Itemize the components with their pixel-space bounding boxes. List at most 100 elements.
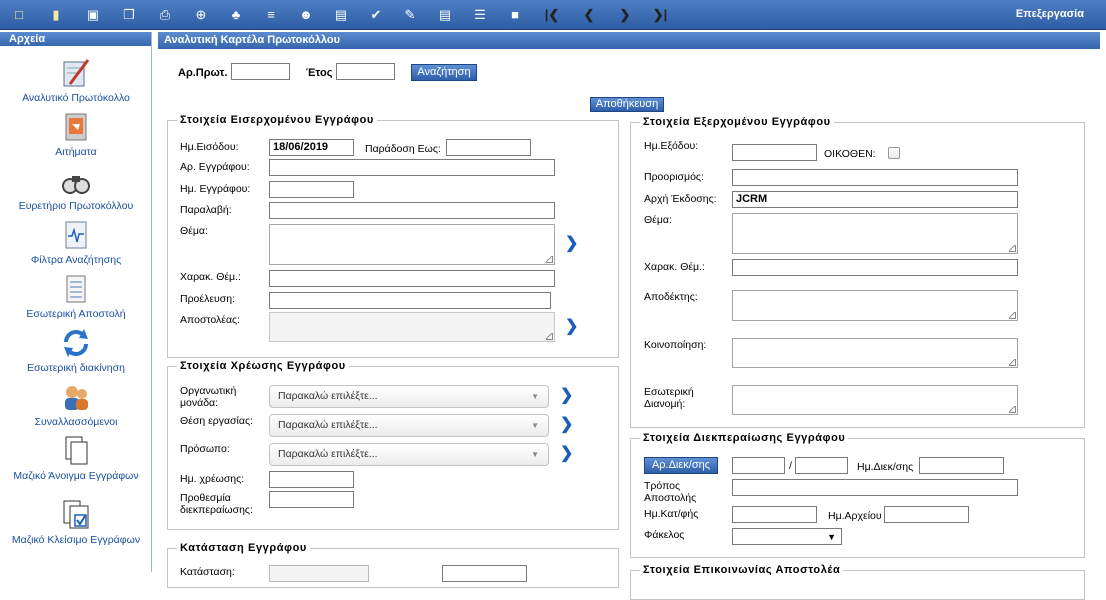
- internal-distribution-label: Εσωτερική Διανομή:: [644, 386, 694, 410]
- year-input[interactable]: [336, 63, 395, 80]
- copy-icon[interactable]: ❐: [121, 7, 137, 23]
- doc-number-input[interactable]: [269, 159, 555, 176]
- charge-date-input[interactable]: [269, 471, 354, 488]
- doc-date-input[interactable]: [269, 181, 354, 198]
- stamp-icon[interactable]: ♣: [228, 7, 244, 23]
- deadline-label: Προθεσμία διεκπεραίωσης:: [180, 492, 253, 516]
- pulse-document-icon: [65, 221, 87, 249]
- chevron-down-icon: ▼: [827, 532, 836, 542]
- edit-icon[interactable]: ✎: [402, 7, 418, 23]
- save-icon[interactable]: ▣: [85, 7, 101, 23]
- subject-char-input[interactable]: [269, 270, 555, 287]
- person-select[interactable]: Παρακαλώ επιλέξτε... ▼: [269, 443, 549, 466]
- year-label: Έτος: [306, 67, 333, 79]
- sidebar-item-internal-send[interactable]: Εσωτερική Αποστολή: [0, 272, 152, 320]
- sidebar-item-transactors[interactable]: Συναλλασσόμενοι: [0, 380, 152, 428]
- stack-icon[interactable]: ▤: [437, 7, 453, 23]
- notify-label: Κοινοποίηση:: [644, 339, 707, 351]
- sidebar-item-analytic-protocol[interactable]: Αναλυτικό Πρωτόκολλο: [0, 56, 152, 104]
- last-page-icon[interactable]: ❯|: [652, 7, 668, 23]
- out-subject-textarea[interactable]: [732, 213, 1018, 254]
- doc-number-label: Αρ. Εγγράφου:: [180, 161, 250, 173]
- ex-officio-checkbox[interactable]: [888, 147, 900, 159]
- charge-date-label: Ημ. χρέωσης:: [180, 473, 245, 485]
- archive-date-label: Ημ.Αρχείου: [828, 510, 882, 522]
- notify-textarea[interactable]: [732, 338, 1018, 368]
- exit-date-label: Ημ.Εξόδου:: [644, 140, 699, 152]
- tree-icon[interactable]: ≡: [263, 7, 279, 23]
- position-label: Θέση εργασίας:: [180, 415, 253, 427]
- person-label: Πρόσωπο:: [180, 443, 230, 455]
- recipient-textarea[interactable]: [732, 290, 1018, 321]
- cat-date-input[interactable]: [732, 506, 817, 523]
- chevron-down-icon: ▼: [531, 421, 539, 430]
- protocol-no-input[interactable]: [231, 63, 290, 80]
- person-expand-icon[interactable]: ❯: [560, 446, 574, 462]
- clipboard-icon[interactable]: ▤: [333, 7, 349, 23]
- subject-char-label: Χαρακ. Θέμ.:: [180, 271, 241, 283]
- documents-icon: [65, 436, 88, 465]
- processing-year-input[interactable]: [795, 457, 848, 474]
- receiver-label: Παραλαβή:: [180, 204, 232, 216]
- paste-icon[interactable]: ⎙: [157, 7, 173, 23]
- deadline-input[interactable]: [269, 491, 354, 508]
- toolbar-title: Επεξεργασία: [1015, 8, 1084, 20]
- out-subject-char-label: Χαρακ. Θέμ.:: [644, 261, 705, 273]
- internal-distribution-textarea[interactable]: [732, 385, 1018, 415]
- position-expand-icon[interactable]: ❯: [560, 417, 574, 433]
- entry-date-input[interactable]: 18/06/2019: [269, 139, 354, 156]
- add-icon[interactable]: ⊕: [193, 7, 209, 23]
- subject-textarea[interactable]: [269, 224, 555, 265]
- previous-icon[interactable]: ❮: [581, 7, 597, 23]
- processing-date-input[interactable]: [919, 457, 1004, 474]
- send-method-input[interactable]: [732, 479, 1018, 496]
- out-subject-label: Θέμα:: [644, 214, 672, 226]
- next-icon[interactable]: ❯: [617, 7, 633, 23]
- search-button[interactable]: Αναζήτηση: [411, 64, 477, 81]
- incoming-title: Στοιχεία Εισερχομένου Εγγράφου: [177, 113, 377, 127]
- users-icon[interactable]: ☻: [298, 7, 314, 23]
- archive-date-input[interactable]: [884, 506, 969, 523]
- sidebar-item-internal-circulation[interactable]: Εσωτερική διακίνηση: [0, 326, 152, 374]
- sidebar-item-bulk-open[interactable]: Μαζικό Άνοιγμα Εγγράφων: [0, 434, 152, 482]
- exit-date-input[interactable]: [732, 144, 817, 161]
- processing-number-button[interactable]: Αρ.Διεκ/σης: [644, 457, 718, 474]
- sidebar-item-requests[interactable]: Αιτήματα: [0, 110, 152, 158]
- delivery-until-input[interactable]: [446, 139, 531, 156]
- open-folder-icon[interactable]: ▮: [48, 7, 64, 23]
- pencil-pad-icon: [63, 59, 90, 87]
- sender-textarea[interactable]: [269, 312, 555, 342]
- sidebar-item-search-filters[interactable]: Φίλτρα Αναζήτησης: [0, 218, 152, 266]
- out-subject-char-input[interactable]: [732, 259, 1018, 276]
- sidebar-item-protocol-index[interactable]: Ευρετήριο Πρωτοκόλλου: [0, 164, 152, 212]
- issuer-input[interactable]: JCRM: [732, 191, 1018, 208]
- receiver-input[interactable]: [269, 202, 555, 219]
- processing-date-label: Ημ.Διεκ/σης: [857, 461, 914, 473]
- status-label: Κατάσταση:: [180, 566, 235, 578]
- list-icon[interactable]: ☰: [472, 7, 488, 23]
- sidebar: Αρχεία Αναλυτικό Πρωτόκολλο Αιτήματα Ευρ…: [0, 32, 152, 572]
- save-button[interactable]: Αποθήκευση: [590, 97, 664, 112]
- folder-label: Φάκελος: [644, 529, 685, 541]
- org-unit-select[interactable]: Παρακαλώ επιλέξτε... ▼: [269, 385, 549, 408]
- archive-box-icon[interactable]: ■: [507, 7, 523, 23]
- new-document-icon[interactable]: □: [11, 7, 27, 23]
- status-date-input[interactable]: [442, 565, 527, 582]
- subject-expand-icon[interactable]: ❯: [565, 236, 579, 252]
- doc-date-label: Ημ. Εγγράφου:: [180, 183, 251, 195]
- processing-number-input[interactable]: [732, 457, 785, 474]
- recipient-label: Αποδέκτης:: [644, 291, 698, 303]
- sidebar-item-bulk-close[interactable]: Μαζικό Κλείσιμο Εγγράφων: [0, 498, 152, 546]
- contact-title: Στοιχεία Επικοινωνίας Αποστολέα: [640, 563, 844, 577]
- status-input[interactable]: [269, 565, 369, 582]
- check-icon[interactable]: ✔: [368, 7, 384, 23]
- origin-input[interactable]: [269, 292, 551, 309]
- folder-select[interactable]: ▼: [732, 528, 842, 545]
- destination-input[interactable]: [732, 169, 1018, 186]
- position-select[interactable]: Παρακαλώ επιλέξτε... ▼: [269, 414, 549, 437]
- sender-label: Αποστολέας:: [180, 314, 241, 326]
- sender-expand-icon[interactable]: ❯: [565, 319, 579, 335]
- org-unit-expand-icon[interactable]: ❯: [560, 388, 574, 404]
- first-page-icon[interactable]: |❮: [544, 7, 560, 23]
- issuer-label: Αρχή Έκδοσης:: [644, 193, 717, 205]
